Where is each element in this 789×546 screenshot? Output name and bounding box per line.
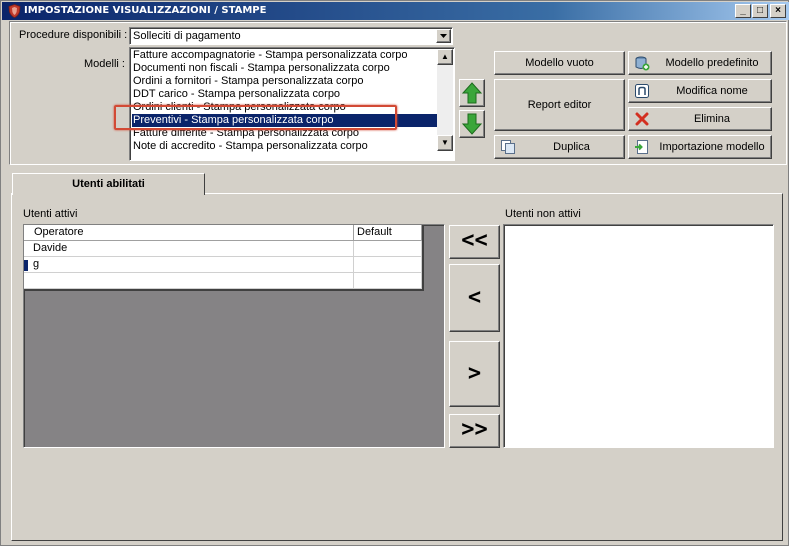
utenti-non-attivi-list[interactable]	[503, 224, 774, 448]
report-editor-button[interactable]: Report editor	[494, 79, 625, 131]
grid-divider	[422, 225, 424, 291]
move-down-button[interactable]	[459, 110, 485, 138]
table-row[interactable]: g	[24, 257, 422, 273]
current-row-indicator	[24, 260, 28, 271]
copy-icon	[501, 140, 515, 154]
list-item[interactable]: Ordini a fornitori - Stampa personalizza…	[132, 75, 438, 88]
tab-utenti-abilitati[interactable]: Utenti abilitati	[12, 173, 205, 195]
modello-predefinito-button[interactable]: Modello predefinito	[628, 51, 772, 75]
minimize-button[interactable]: _	[735, 4, 751, 18]
rename-icon	[635, 84, 649, 98]
modello-predefinito-label: Modello predefinito	[665, 57, 759, 69]
highlight-annotation	[114, 105, 397, 130]
cell-default	[354, 241, 422, 257]
list-item[interactable]: Documenti non fiscali - Stampa personali…	[132, 62, 438, 75]
close-button[interactable]: ×	[770, 4, 786, 18]
move-right-button[interactable]: >	[449, 341, 500, 407]
minimize-icon: _	[740, 5, 746, 16]
tab-label: Utenti abilitati	[72, 178, 145, 190]
column-header-default[interactable]: Default	[354, 225, 422, 241]
procedure-label: Procedure disponibili :	[19, 29, 128, 41]
grid-table: Operatore Default Davide g	[24, 225, 422, 291]
double-chevron-right-icon: >>	[461, 417, 488, 442]
list-item[interactable]: DDT carico - Stampa personalizzata corpo	[132, 88, 438, 101]
list-item[interactable]: Note di accredito - Stampa personalizzat…	[132, 140, 438, 153]
window-title: IMPOSTAZIONE VISUALIZZAZIONI / STAMPE	[24, 5, 267, 16]
duplica-button[interactable]: Duplica	[494, 135, 625, 159]
elimina-button[interactable]: Elimina	[628, 107, 772, 131]
cell-operatore	[24, 273, 354, 289]
column-header-operatore[interactable]: Operatore	[24, 225, 354, 241]
move-left-button[interactable]: <	[449, 264, 500, 332]
cell-default	[354, 273, 422, 289]
move-all-right-button[interactable]: >>	[449, 414, 500, 448]
list-scrollbar[interactable]: ▲ ▼	[437, 49, 453, 151]
utenti-non-attivi-label: Utenti non attivi	[505, 208, 581, 220]
procedure-select[interactable]: Solleciti di pagamento	[129, 27, 453, 45]
green-down-arrow-icon	[461, 113, 483, 135]
utenti-attivi-label: Utenti attivi	[23, 208, 78, 220]
maximize-button[interactable]: □	[752, 4, 768, 18]
database-add-icon	[635, 56, 650, 71]
scroll-down-icon[interactable]: ▼	[437, 135, 453, 151]
importazione-modello-label: Importazione modello	[659, 141, 765, 153]
cell-operatore: g	[24, 257, 354, 273]
import-icon	[635, 140, 648, 154]
cell-default	[354, 257, 422, 273]
elimina-label: Elimina	[693, 113, 731, 125]
move-up-button[interactable]	[459, 79, 485, 107]
move-all-left-button[interactable]: <<	[449, 225, 500, 259]
modello-vuoto-button[interactable]: Modello vuoto	[494, 51, 625, 75]
report-editor-label: Report editor	[527, 99, 592, 111]
title-bar[interactable]: IMPOSTAZIONE VISUALIZZAZIONI / STAMPE _ …	[2, 2, 789, 20]
table-row[interactable]	[24, 273, 422, 289]
importazione-modello-button[interactable]: Importazione modello	[628, 135, 772, 159]
chevron-right-icon: >	[467, 361, 482, 386]
chevron-down-icon[interactable]	[436, 29, 451, 43]
grid-divider	[24, 289, 424, 291]
modello-vuoto-label: Modello vuoto	[525, 57, 594, 69]
modelli-label: Modelli :	[84, 58, 125, 70]
utenti-attivi-grid[interactable]: Operatore Default Davide g	[23, 224, 445, 448]
green-up-arrow-icon	[461, 82, 483, 104]
procedure-select-value: Solleciti di pagamento	[133, 30, 241, 42]
main-window: IMPOSTAZIONE VISUALIZZAZIONI / STAMPE _ …	[0, 0, 789, 546]
duplica-label: Duplica	[553, 141, 590, 153]
close-icon: ×	[775, 5, 781, 16]
list-item[interactable]: Fatture accompagnatorie - Stampa persona…	[132, 49, 438, 62]
cell-operatore: Davide	[24, 241, 354, 257]
chevron-left-icon: <	[467, 285, 482, 310]
modifica-nome-button[interactable]: Modifica nome	[628, 79, 772, 103]
double-chevron-left-icon: <<	[461, 228, 488, 253]
red-x-icon	[635, 112, 649, 126]
modifica-nome-label: Modifica nome	[676, 85, 748, 97]
scroll-up-icon[interactable]: ▲	[437, 49, 453, 65]
modelli-listbox[interactable]: Fatture accompagnatorie - Stampa persona…	[129, 47, 455, 161]
table-row[interactable]: Davide	[24, 241, 422, 257]
shield-icon	[8, 4, 21, 18]
maximize-icon: □	[756, 5, 764, 16]
